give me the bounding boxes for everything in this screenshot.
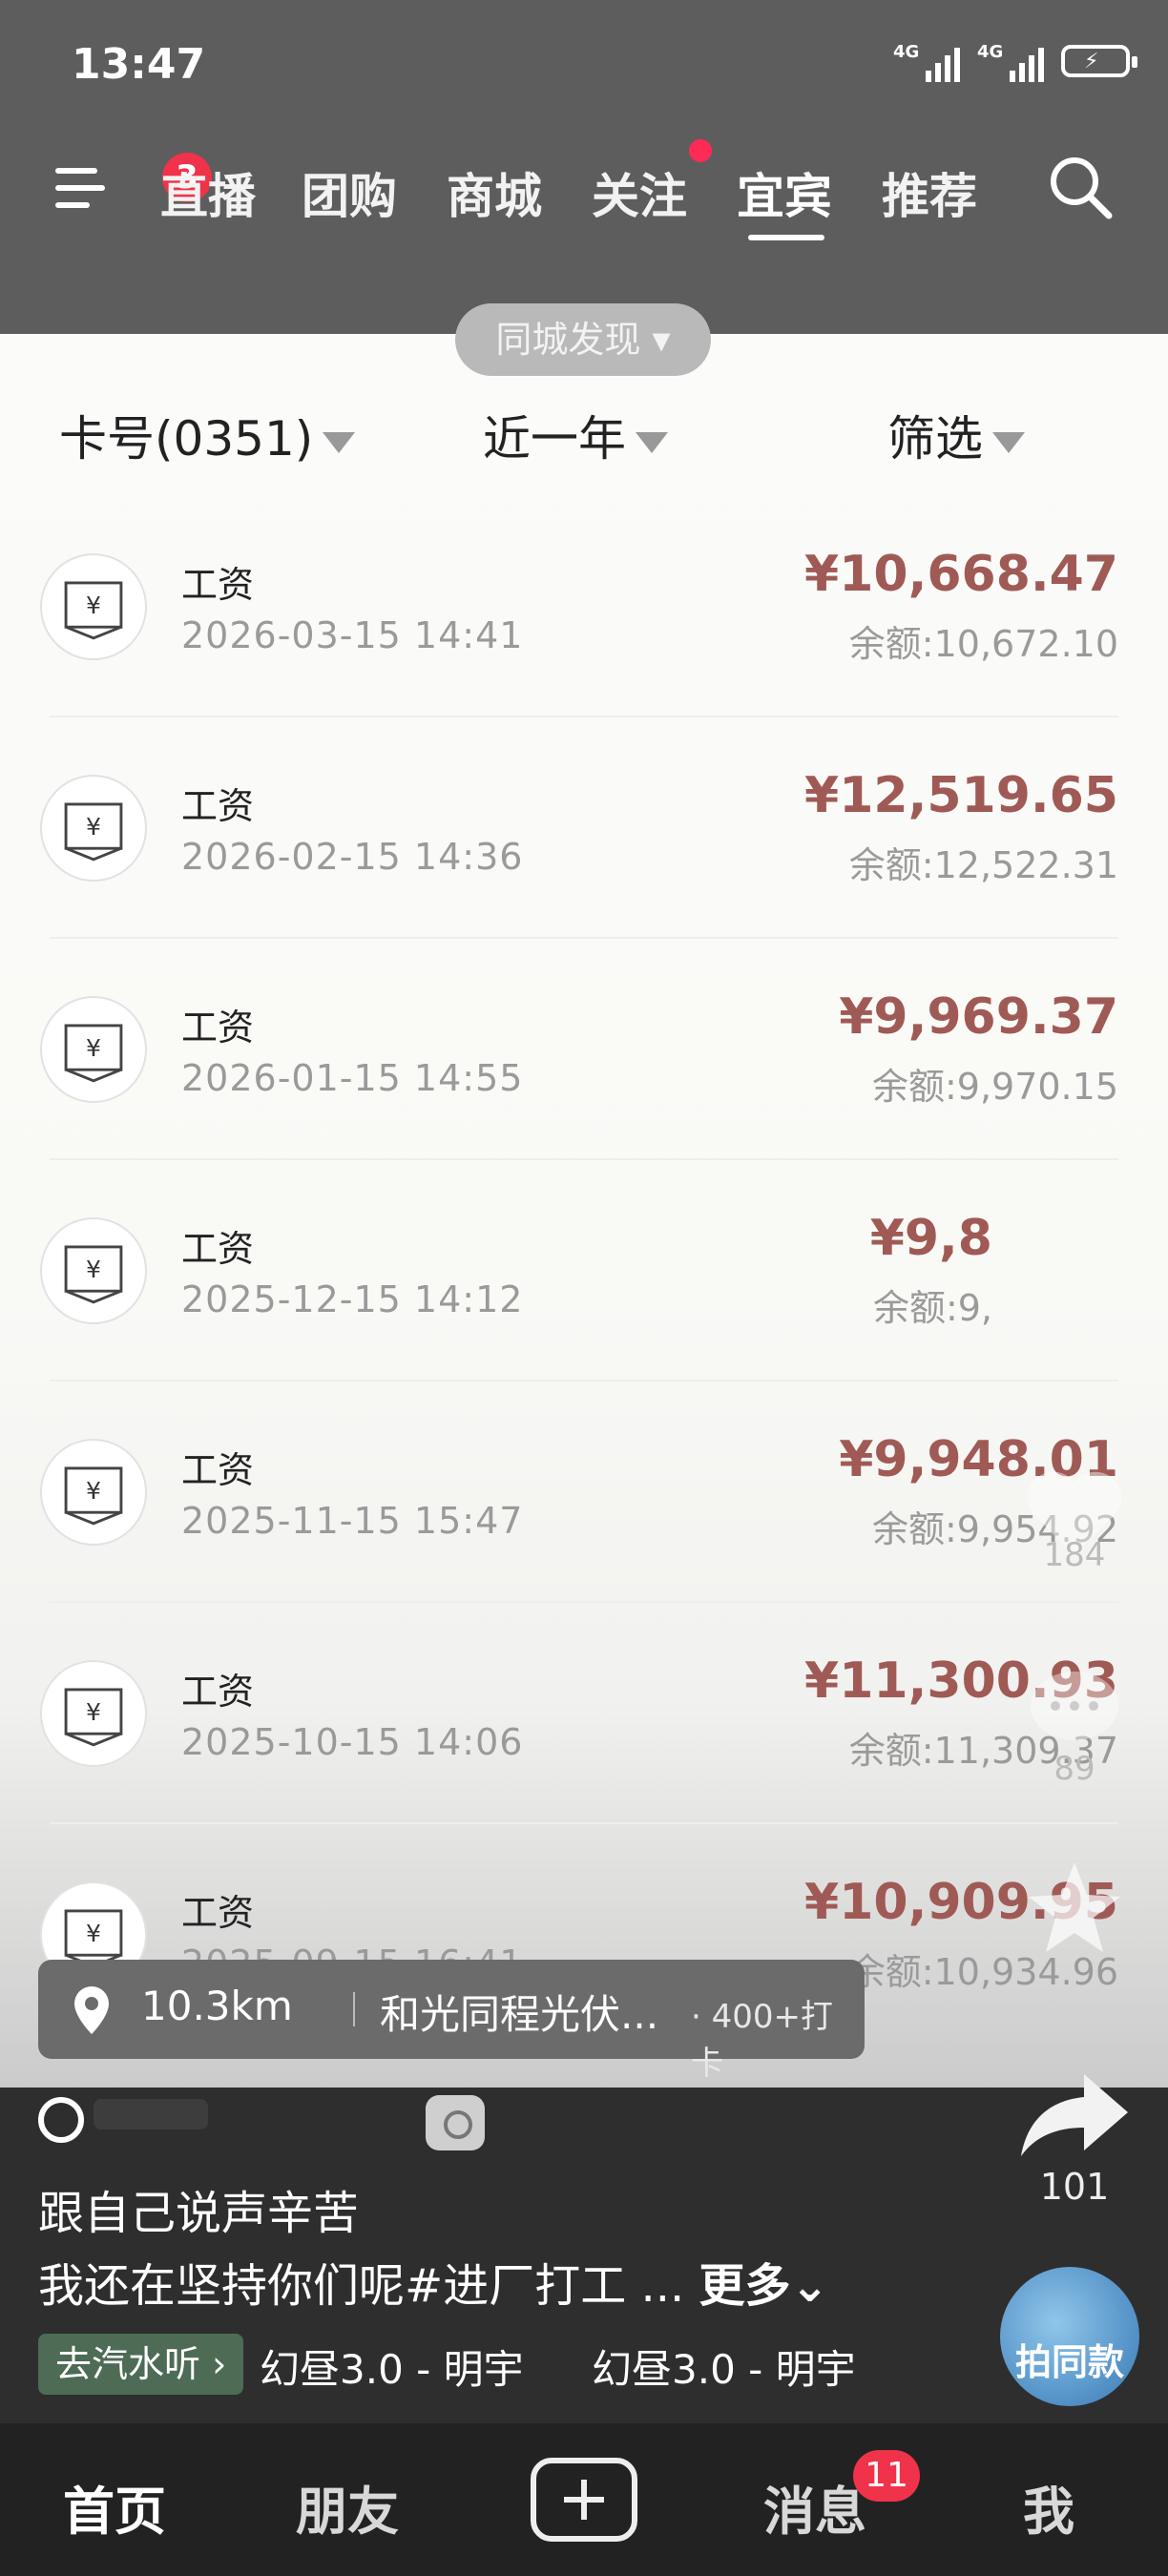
salary-icon: ¥: [40, 1217, 147, 1324]
messages-badge: 11: [853, 2450, 920, 2502]
salary-icon: ¥: [40, 1439, 147, 1546]
list-item[interactable]: ¥ 工资 2026-02-15 14:36 ¥12,519.65 余额:12,5…: [0, 717, 1168, 939]
music-title[interactable]: 幻昼3.0 - 明宇: [592, 2337, 856, 2396]
music-title[interactable]: 幻昼3.0 - 明宇: [260, 2337, 524, 2396]
transaction-amount: ¥10,668.47: [804, 546, 1118, 603]
signal-icon: 4G: [977, 40, 1044, 82]
tab-group-buy[interactable]: 团购: [302, 158, 397, 227]
location-pill[interactable]: 10.3km 和光同程光伏... · 400+打卡: [38, 1960, 865, 2083]
video-info: 跟自己说声辛苦 我还在坚持你们呢#进厂打工 ... 更多⌄ 去汽水听 › 幻昼3…: [0, 2088, 1168, 2421]
transaction-title: 工资: [181, 1671, 255, 1713]
share-count: 101: [1039, 2166, 1110, 2208]
video-caption-line2[interactable]: 我还在坚持你们呢#进厂打工 ... 更多⌄: [38, 2248, 829, 2315]
music-app-chip[interactable]: 去汽水听 ›: [38, 2334, 244, 2395]
battery-icon: ⚡: [1061, 45, 1137, 77]
salary-icon: ¥: [40, 1660, 147, 1767]
transaction-title: 工资: [181, 785, 255, 827]
screen-filter[interactable]: 筛选: [887, 401, 1025, 469]
tab-follow[interactable]: 关注: [592, 158, 687, 227]
transaction-amount: ¥9,969.37: [839, 988, 1118, 1046]
transaction-date: 2026-02-15 14:36: [181, 836, 524, 878]
author-name[interactable]: [94, 2099, 208, 2129]
favorite-star-icon[interactable]: [1025, 1859, 1124, 1958]
list-item[interactable]: ¥ 工资 2025-10-15 14:06 ¥11,300.93 余额:11,3…: [0, 1603, 1168, 1824]
tab-live[interactable]: 直播: [160, 158, 256, 227]
same-style-button[interactable]: 拍同款: [1000, 2267, 1139, 2406]
status-icons: 4G 4G ⚡: [893, 40, 1137, 82]
transaction-balance: 余额:9,: [872, 1287, 992, 1329]
svg-text:¥: ¥: [86, 813, 101, 841]
transaction-balance: 余额:12,522.31: [848, 844, 1118, 886]
transaction-title: 工资: [181, 1892, 255, 1934]
location-checkin-count: · 400+打卡: [691, 1998, 833, 2083]
card-filter[interactable]: 卡号(0351): [59, 401, 356, 469]
author-avatar[interactable]: [38, 2097, 84, 2143]
comment-icon[interactable]: [1025, 1668, 1124, 1754]
salary-icon: ¥: [40, 775, 147, 882]
transaction-title: 工资: [181, 1228, 255, 1270]
list-item[interactable]: ¥ 工资 2026-01-15 14:55 ¥9,969.37 余额:9,970…: [0, 939, 1168, 1160]
more-button[interactable]: 更多: [699, 2259, 791, 2313]
salary-icon: ¥: [40, 553, 147, 660]
location-place: 和光同程光伏...: [380, 1991, 659, 2038]
transaction-balance: 余额:10,672.10: [848, 623, 1118, 665]
location-pin-icon: [74, 1986, 109, 2034]
list-item[interactable]: ¥ 工资 2026-03-15 14:41 ¥10,668.47 余额:10,6…: [0, 496, 1168, 717]
transaction-amount: ¥9,8: [869, 1210, 992, 1267]
transaction-balance: 余额:9,970.15: [871, 1066, 1118, 1108]
list-item[interactable]: ¥ 工资 2025-12-15 14:12 ¥9,8 余额:9,: [0, 1160, 1168, 1381]
chevron-down-icon: ⌄: [790, 2259, 829, 2313]
transaction-title: 工资: [181, 1449, 255, 1491]
svg-text:¥: ¥: [86, 1477, 101, 1505]
top-nav: 3 直播 团购 商城 关注 宜宾 推荐: [0, 139, 1168, 240]
search-icon[interactable]: [1046, 153, 1115, 221]
tab-friends[interactable]: 朋友: [296, 2469, 399, 2545]
transaction-title: 工资: [181, 564, 255, 606]
menu-icon[interactable]: 3: [55, 153, 212, 212]
svg-text:¥: ¥: [86, 1034, 101, 1062]
follow-notification-dot: [689, 139, 712, 162]
comment-count: 89: [1053, 1750, 1095, 1788]
transaction-date: 2025-11-15 15:47: [181, 1500, 524, 1542]
transaction-title: 工资: [181, 1007, 255, 1049]
like-count: 184: [1043, 1536, 1106, 1574]
transaction-date: 2026-01-15 14:55: [181, 1057, 524, 1099]
signal-icon: 4G: [893, 40, 960, 82]
period-filter[interactable]: 近一年: [483, 401, 668, 469]
svg-text:¥: ¥: [86, 592, 101, 619]
tab-home[interactable]: 首页: [63, 2469, 166, 2545]
transaction-date: 2025-12-15 14:12: [181, 1278, 524, 1320]
tab-recommend[interactable]: 推荐: [882, 158, 977, 227]
city-discover-pill[interactable]: 同城发现 ▾: [455, 303, 711, 376]
svg-text:¥: ¥: [86, 1256, 101, 1283]
status-time: 13:47: [72, 40, 206, 89]
create-plus-button[interactable]: [531, 2458, 637, 2542]
tab-yibin[interactable]: 宜宾: [737, 158, 832, 227]
svg-text:¥: ¥: [86, 1920, 101, 1947]
divider: [353, 1992, 355, 2026]
active-tab-indicator: [748, 235, 824, 240]
transaction-date: 2026-03-15 14:41: [181, 614, 524, 656]
camera-icon[interactable]: [426, 2095, 485, 2150]
list-item[interactable]: ¥ 工资 2025-11-15 15:47 ¥9,948.01 余额:9,954…: [0, 1381, 1168, 1603]
filter-bar: 卡号(0351) 近一年 筛选: [0, 391, 1168, 467]
share-icon[interactable]: [1017, 2068, 1132, 2160]
top-header: 13:47 4G 4G ⚡ 3 直播 团购 商城 关注 宜宾 推荐: [0, 0, 1168, 339]
transaction-date: 2025-10-15 14:06: [181, 1721, 524, 1763]
svg-text:¥: ¥: [86, 1698, 101, 1726]
tab-mall[interactable]: 商城: [447, 158, 542, 227]
tab-me[interactable]: 我: [1023, 2469, 1074, 2545]
salary-icon: ¥: [40, 996, 147, 1103]
tab-messages[interactable]: 消息: [763, 2469, 866, 2545]
video-caption-line1: 跟自己说声辛苦: [38, 2187, 360, 2240]
location-distance: 10.3km: [141, 1983, 293, 2029]
transaction-amount: ¥12,519.65: [804, 767, 1118, 824]
bottom-tab-bar: 首页 朋友 消息 11 我: [0, 2423, 1168, 2576]
